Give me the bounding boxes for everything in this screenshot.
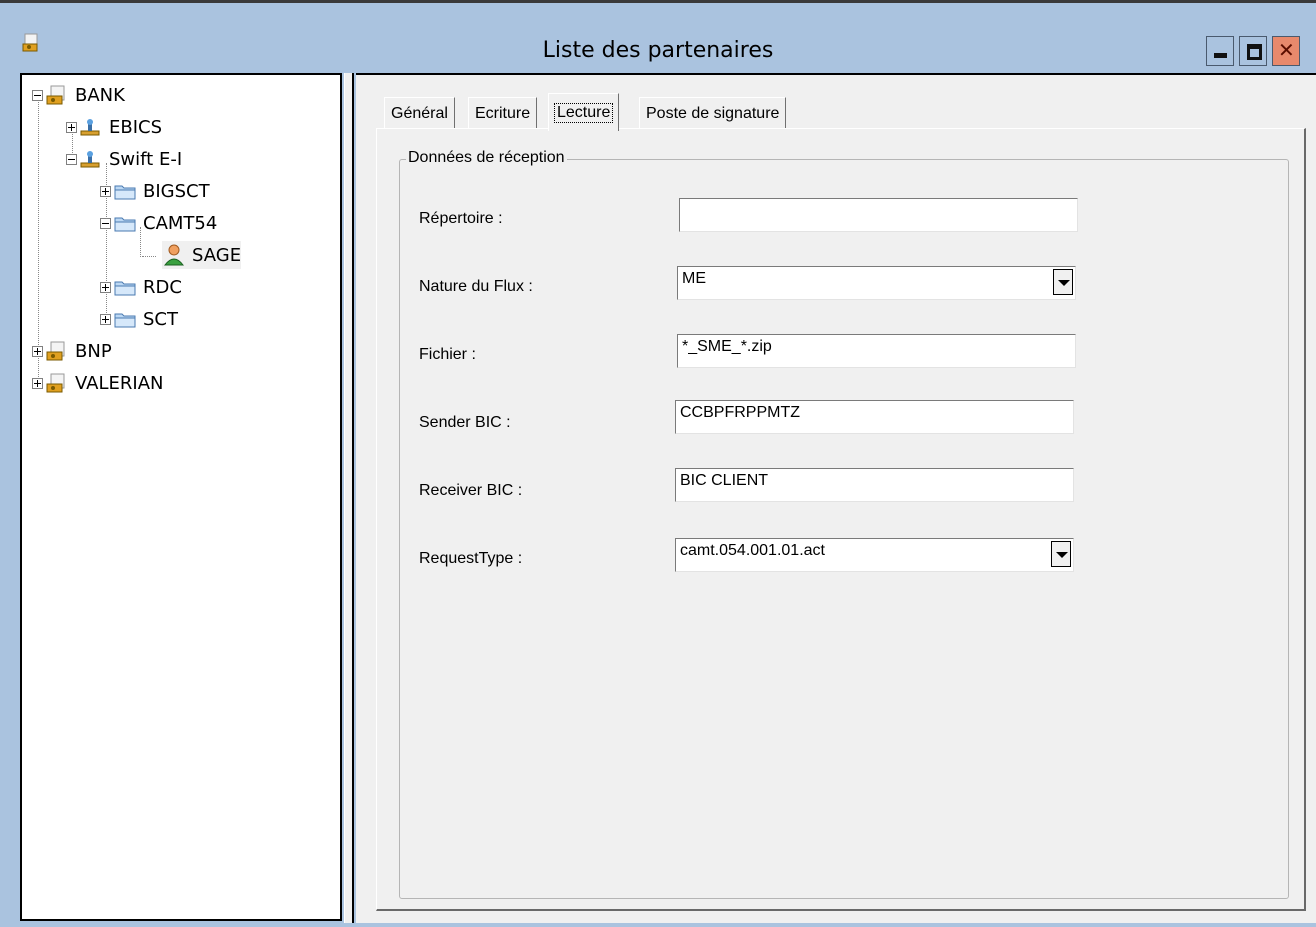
tree-item-swift[interactable]: Swift E-I (66, 145, 182, 173)
tree-item-valerian[interactable]: VALERIAN (32, 369, 163, 397)
folder-icon (113, 308, 137, 330)
partner-tree[interactable]: BANK EBICS Swift E-I BIGSCT CAMT54 SAGE … (20, 73, 342, 921)
folder-icon (113, 212, 137, 234)
bank-icon (45, 84, 69, 106)
tree-item-sage[interactable]: SAGE (162, 241, 242, 269)
repertoire-field[interactable] (679, 198, 1078, 232)
fichier-label: Fichier : (419, 346, 476, 363)
dropdown-arrow-icon[interactable] (1051, 541, 1071, 567)
expand-icon[interactable] (32, 345, 43, 357)
tree-item-rdc[interactable]: RDC (100, 273, 182, 301)
repertoire-label: Répertoire : (419, 210, 503, 227)
tree-item-label: EBICS (109, 116, 163, 138)
tree-item-bigsct[interactable]: BIGSCT (100, 177, 210, 205)
tree-item-camt54[interactable]: CAMT54 (100, 209, 217, 237)
protocol-icon (79, 148, 103, 170)
tab-label: Poste de signature (646, 104, 780, 122)
request-type-select[interactable]: camt.054.001.01.act (675, 538, 1074, 572)
receiver-bic-label: Receiver BIC : (419, 482, 523, 499)
tree-item-label: SAGE (192, 244, 242, 266)
tab-page-lecture: Données de réception Répertoire : Nature… (376, 128, 1306, 911)
expand-icon[interactable] (66, 121, 77, 133)
tab-ecriture[interactable]: Ecriture (468, 97, 538, 129)
expand-icon[interactable] (100, 281, 111, 293)
tree-item-label: BANK (75, 84, 125, 106)
minimize-button[interactable] (1206, 36, 1234, 66)
tree-item-label: RDC (143, 276, 182, 298)
dropdown-arrow-icon[interactable] (1053, 269, 1073, 295)
tab-lecture[interactable]: Lecture (548, 93, 620, 131)
nature-flux-select[interactable]: ME (677, 266, 1076, 300)
protocol-icon (79, 116, 103, 138)
maximize-button[interactable] (1239, 36, 1267, 66)
sender-bic-label: Sender BIC : (419, 414, 511, 431)
tree-item-sct[interactable]: SCT (100, 305, 178, 333)
user-icon (162, 244, 186, 266)
expand-icon[interactable] (100, 313, 111, 325)
group-title: Données de réception (406, 149, 567, 167)
tree-item-label: BIGSCT (143, 180, 210, 202)
tree-connector (142, 256, 156, 257)
title-bar[interactable]: Liste des partenaires (0, 6, 1316, 68)
close-button[interactable] (1272, 36, 1300, 66)
expand-icon[interactable] (32, 377, 43, 389)
collapse-icon[interactable] (32, 89, 43, 101)
collapse-icon[interactable] (66, 153, 77, 165)
bank-icon (45, 340, 69, 362)
request-type-label: RequestType : (419, 550, 523, 567)
tab-poste-signature[interactable]: Poste de signature (639, 97, 787, 129)
folder-icon (113, 276, 137, 298)
tab-label: Ecriture (475, 104, 531, 122)
nature-flux-label: Nature du Flux : (419, 278, 533, 295)
folder-icon (113, 180, 137, 202)
expand-icon[interactable] (100, 185, 111, 197)
reception-groupbox: Données de réception Répertoire : Nature… (399, 149, 1289, 899)
tree-item-label: VALERIAN (75, 372, 164, 394)
sender-bic-field[interactable]: CCBPFRPPMTZ (675, 400, 1074, 434)
splitter[interactable] (344, 73, 354, 923)
receiver-bic-field[interactable]: BIC CLIENT (675, 468, 1074, 502)
tree-item-label: Swift E-I (109, 148, 183, 170)
window-title: Liste des partenaires (542, 38, 774, 63)
main-window: Liste des partenaires BANK EBICS (0, 0, 1316, 927)
tab-label: Lecture (553, 102, 614, 123)
collapse-icon[interactable] (100, 217, 111, 229)
bank-icon (45, 372, 69, 394)
fichier-field[interactable]: *_SME_*.zip (677, 334, 1076, 368)
tree-item-label: BNP (75, 340, 112, 362)
tree-item-label: SCT (143, 308, 178, 330)
tree-item-label: CAMT54 (143, 212, 218, 234)
nature-flux-value: ME (682, 270, 706, 287)
tree-item-bank[interactable]: BANK (32, 81, 125, 109)
tab-label: Général (391, 104, 448, 122)
details-panel: Général Ecriture Lecture Poste de signat… (356, 73, 1316, 923)
tab-general[interactable]: Général (384, 97, 455, 129)
tree-item-ebics[interactable]: EBICS (66, 113, 162, 141)
request-type-value: camt.054.001.01.act (680, 542, 825, 559)
tree-item-bnp[interactable]: BNP (32, 337, 112, 365)
